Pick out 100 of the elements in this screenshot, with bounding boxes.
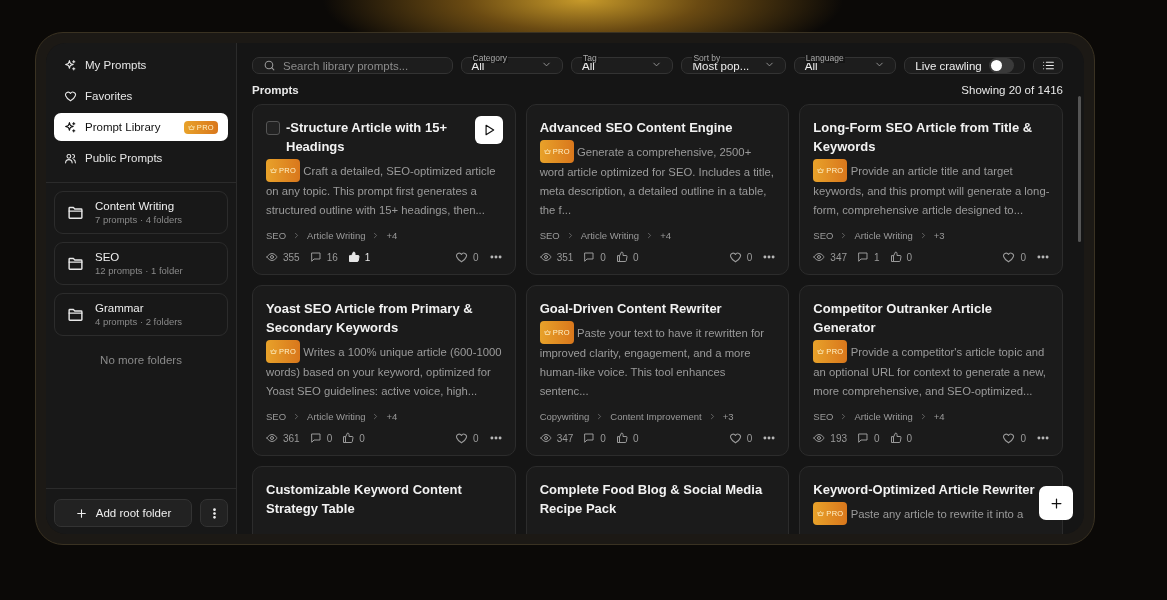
tag-label[interactable]: Article Writing <box>307 230 366 241</box>
folder-item[interactable]: SEO 12 prompts · 1 folder <box>54 242 228 285</box>
favorite-count[interactable]: 0 <box>1002 431 1026 445</box>
comment-count[interactable]: 0 <box>583 432 606 444</box>
comment-count[interactable]: 0 <box>583 251 606 263</box>
eye-icon <box>813 251 826 263</box>
play-button[interactable] <box>474 116 503 144</box>
tag-label[interactable]: Copywriting <box>539 411 590 422</box>
heart-icon <box>455 250 469 264</box>
favorite-count[interactable]: 0 <box>455 250 479 264</box>
tag-label[interactable]: SEO <box>539 230 560 241</box>
comment-count[interactable]: 0 <box>309 432 333 444</box>
tag-label[interactable]: Article Writing <box>854 230 913 241</box>
prompt-card[interactable] <box>525 104 790 275</box>
view-count: 347 <box>539 432 574 444</box>
eye-icon <box>266 251 278 263</box>
prompt-card[interactable] <box>252 285 516 456</box>
plus-icon <box>74 506 88 520</box>
live-crawling-control[interactable]: Live crawling <box>904 57 1026 74</box>
tag-label[interactable]: SEO <box>266 411 287 422</box>
toggle-switch[interactable] <box>989 58 1015 73</box>
folder-item[interactable]: Content Writing 7 prompts · 4 folders <box>54 191 228 234</box>
favorite-count[interactable]: 0 <box>1002 250 1026 264</box>
card-title: Long-Form SEO Article from Title & Keywords <box>813 119 1034 156</box>
more-button[interactable] <box>200 499 228 527</box>
tag-label[interactable]: SEO <box>813 411 834 422</box>
prompt-card[interactable] <box>525 285 790 456</box>
prompt-card[interactable]: Complete Food Blog & Social Media Recipe Pack <box>525 466 790 534</box>
comment-icon <box>309 432 322 444</box>
eye-icon <box>539 432 552 444</box>
comment-count[interactable]: 0 <box>857 432 880 444</box>
tag-label[interactable]: +3 <box>722 411 734 422</box>
card-title: Keyword-Optimized Article Rewriter <box>813 481 1036 499</box>
comment-icon <box>583 432 596 444</box>
users-icon <box>64 151 77 165</box>
prompt-card[interactable] <box>799 104 1063 275</box>
folder-icon <box>67 204 84 221</box>
heart-icon <box>1002 250 1016 264</box>
folder-name: Content Writing <box>95 200 176 212</box>
prompt-card[interactable]: Customizable Keyword Content Strategy Table <box>252 466 516 534</box>
nav-item[interactable]: My Prompts <box>54 51 228 79</box>
result-count: Showing 20 of 1416 <box>961 84 1063 96</box>
comment-icon <box>857 432 869 444</box>
like-count[interactable]: 0 <box>342 432 365 444</box>
comment-icon <box>309 251 322 263</box>
prompt-card[interactable] <box>252 104 516 275</box>
like-count[interactable]: 1 <box>347 251 371 263</box>
like-count[interactable]: 0 <box>615 432 639 444</box>
eye-icon <box>813 432 826 444</box>
eye-icon <box>266 432 278 444</box>
section-title: Prompts <box>252 84 299 96</box>
sparkle-icon <box>64 120 77 134</box>
tag-label[interactable]: SEO <box>813 230 834 241</box>
add-folder-button[interactable]: Add root folder <box>54 499 192 527</box>
search-icon <box>263 59 276 72</box>
card-title: -Structure Article with 15+ Headings <box>286 119 448 156</box>
tag-label[interactable]: +3 <box>933 230 945 241</box>
tag-label[interactable]: Article Writing <box>580 230 640 241</box>
tag-label[interactable]: +4 <box>386 411 398 422</box>
nav-item[interactable]: Public Prompts <box>54 144 228 172</box>
card-title: Advanced SEO Content Engine <box>539 119 734 137</box>
comment-count[interactable]: 1 <box>857 251 880 263</box>
tag-label[interactable]: Content Improvement <box>610 411 702 422</box>
favorite-count[interactable]: 0 <box>728 250 753 264</box>
checkbox[interactable] <box>266 121 280 135</box>
view-count: 355 <box>266 251 300 263</box>
folder-icon <box>67 306 84 323</box>
card-title: Customizable Keyword Content Strategy Table <box>266 481 463 518</box>
like-count[interactable]: 0 <box>889 432 913 444</box>
plus-icon <box>1048 495 1064 511</box>
scrollbar[interactable] <box>1078 96 1081 242</box>
folder-item[interactable]: Grammar 4 prompts · 2 folders <box>54 293 228 336</box>
tag-label[interactable]: Article Writing <box>307 411 366 422</box>
thumbs-up-icon <box>347 251 360 263</box>
thumbs-up-icon <box>889 251 902 263</box>
list-view-button[interactable] <box>1033 57 1063 74</box>
folder-meta: 7 prompts · 4 folders <box>95 214 183 225</box>
comment-count[interactable]: 16 <box>309 251 338 263</box>
add-button[interactable] <box>1039 486 1073 520</box>
prompt-card[interactable] <box>799 285 1063 456</box>
tag-label[interactable]: +4 <box>933 411 945 422</box>
comment-icon <box>857 251 869 263</box>
favorite-count[interactable]: 0 <box>728 431 753 445</box>
tag-label[interactable]: +4 <box>386 230 398 241</box>
thumbs-up-icon <box>889 432 902 444</box>
like-count[interactable]: 0 <box>615 251 639 263</box>
nav-item[interactable]: Favorites <box>54 82 228 110</box>
heart-icon <box>728 431 742 445</box>
list-icon <box>1041 59 1055 72</box>
card-title: Complete Food Blog & Social Media Recipe Pack <box>539 481 764 518</box>
heart-icon <box>1002 431 1016 445</box>
search-field[interactable]: Search library prompts... <box>252 57 453 74</box>
tag-label[interactable]: +4 <box>660 230 671 241</box>
favorite-count[interactable]: 0 <box>455 431 479 445</box>
card-title: Goal-Driven Content Rewriter <box>539 300 723 318</box>
tag-label[interactable]: Article Writing <box>854 411 913 422</box>
tag-label[interactable]: SEO <box>266 230 287 241</box>
folder-name: Grammar <box>95 302 145 314</box>
card-title: Competitor Outranker Article Generator <box>813 300 993 337</box>
like-count[interactable]: 0 <box>889 251 913 263</box>
